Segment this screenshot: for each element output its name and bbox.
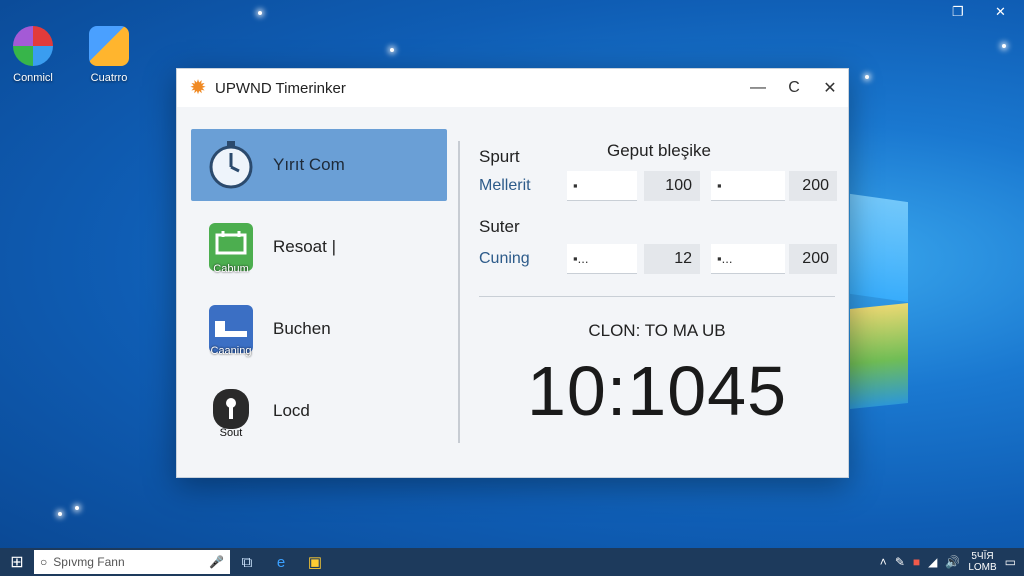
restore-icon[interactable]: ❐ [952,4,964,20]
file-explorer-icon[interactable]: ▣ [298,553,332,571]
task-view-icon[interactable]: ⧉ [230,554,264,571]
volume-icon[interactable]: 🔊 [945,555,960,569]
calendar-icon: Cabum [207,221,255,275]
app-window: ✹ UPWND Timerinker — C ✕ Yırıt Com Cabum… [176,68,849,478]
lock-icon: Sout [207,385,255,439]
title-bar[interactable]: ✹ UPWND Timerinker — C ✕ [177,69,848,107]
chevron-up-icon[interactable]: ˄ [880,555,887,569]
input-field[interactable]: ▪... [567,244,637,274]
close-button[interactable]: ✕ [812,78,848,98]
clock-label: CLON: TO MA UB [588,321,726,340]
column-header: Geput bleşike [607,141,711,160]
windows-logo [850,193,910,410]
sidebar-item-label: Locd [273,401,310,420]
number-value[interactable]: 12 [644,244,700,274]
browser-icon [13,26,53,66]
minimize-button[interactable]: — [740,79,776,97]
app-tray-icon[interactable]: ■ [913,555,920,569]
system-tray: ˄ ✎ ■ ◢ 🔊 5ЧĬЯ LOMB ▭ [880,551,1024,573]
row-label: Mellerit [479,177,531,194]
desktop-icon-label: Conmicl [13,72,53,84]
notification-icon[interactable]: ▭ [1005,555,1016,569]
section-title: Spurt [479,147,520,166]
clock-display: 10:1045 [526,352,788,430]
bed-icon: Caaning [207,303,255,357]
search-input[interactable]: Spıvmg Fann [53,555,124,569]
input-field[interactable]: ▪ [711,171,785,201]
sparkle [390,48,394,52]
network-icon[interactable]: ◢ [928,555,937,569]
taskbar: ⊞ ○ Spıvmg Fann 🎤 ⧉ e ▣ ˄ ✎ ■ ◢ 🔊 5ЧĬЯ L… [0,548,1024,576]
tray-time: 5ЧĬЯ [971,551,994,562]
sparkle [75,506,79,510]
sidebar-item-timer[interactable]: Yırıt Com [191,129,447,201]
stopwatch-icon [207,139,255,191]
close-icon[interactable]: ✕ [995,4,1006,20]
gear-icon: ✹ [189,77,207,99]
maximize-button[interactable]: C [776,79,812,97]
number-value[interactable]: 100 [644,171,700,201]
edge-icon[interactable]: e [264,554,298,571]
calculator-icon [89,26,129,66]
icon-caption: Cabum [213,263,249,275]
pen-icon[interactable]: ✎ [895,555,905,569]
tray-date: LOMB [968,562,997,573]
desktop-icon-conmicl[interactable]: Conmicl [2,26,64,84]
number-value[interactable]: 200 [789,244,837,274]
icon-caption: Sout [219,427,243,439]
microphone-icon[interactable]: 🎤 [209,555,224,569]
search-icon: ○ [40,555,48,569]
search-box[interactable]: ○ Spıvmg Fann 🎤 [34,550,230,574]
number-value[interactable]: 200 [789,171,837,201]
sidebar: Yırıt Com Cabum Resoat | Caaning Buchen … [191,129,447,457]
sidebar-item-buchen[interactable]: Caaning Buchen [191,293,447,365]
sidebar-item-locd[interactable]: Sout Locd [191,375,447,447]
sidebar-item-label: Yırıt Com [273,155,345,174]
sparkle [1002,44,1006,48]
sparkle [258,11,262,15]
tray-clock[interactable]: 5ЧĬЯ LOMB [968,551,996,573]
sidebar-item-resoat[interactable]: Cabum Resoat | [191,211,447,283]
start-button[interactable]: ⊞ [0,552,34,572]
sidebar-item-label: Resoat | [273,237,337,256]
window-title: UPWND Timerinker [215,79,346,97]
sparkle [865,75,869,79]
icon-caption: Caaning [210,345,252,357]
desktop-icon-cuatrro[interactable]: Cuatrro [78,26,140,84]
desktop-icon-label: Cuatrro [90,72,128,84]
input-field[interactable]: ▪... [711,244,785,274]
sparkle [58,512,62,516]
input-field[interactable]: ▪ [567,171,637,201]
sidebar-item-label: Buchen [273,319,331,338]
section-title: Suter [479,217,520,236]
divider [479,296,835,297]
scrollbar[interactable] [458,141,460,443]
row-label: Cuning [479,250,530,267]
